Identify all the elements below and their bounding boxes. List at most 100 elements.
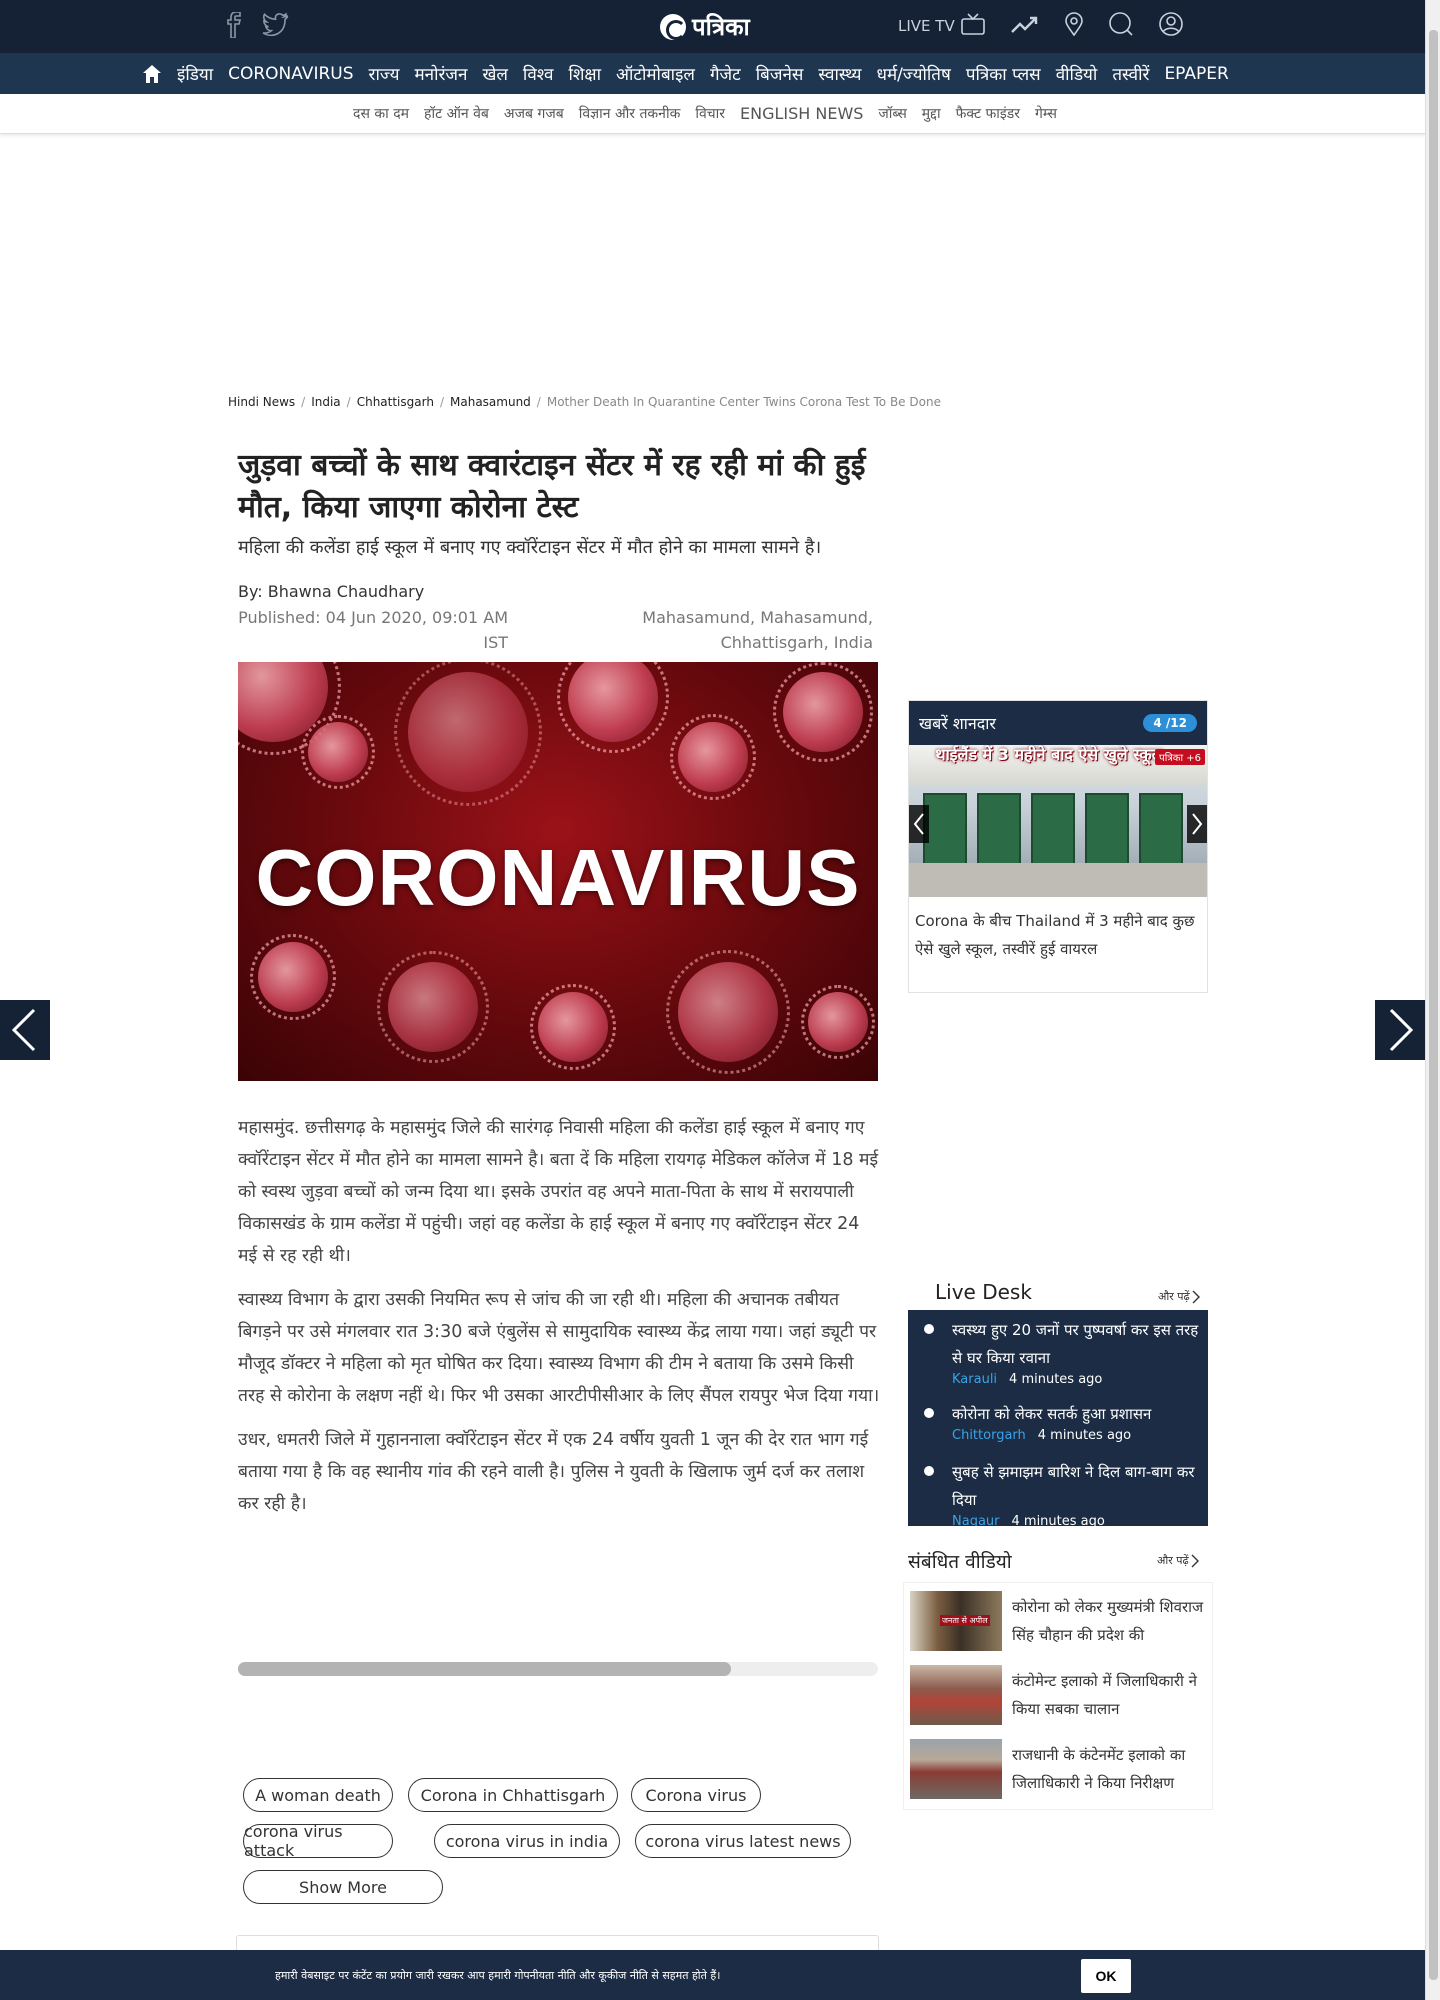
nav-item-coronavirus[interactable]: CORONAVIRUS: [228, 64, 353, 84]
previous-article-button[interactable]: [0, 1000, 50, 1060]
nav-item-patrika-plus[interactable]: पत्रिका प्लस: [966, 62, 1041, 85]
subnav-item[interactable]: गेम्स: [1035, 104, 1057, 123]
article-location: Mahasamund, Mahasamund, Chhattisgarh, In…: [642, 608, 873, 652]
page-scrollbar[interactable]: [1425, 0, 1440, 2000]
article-body: महासमुंद. छत्तीसगढ़ के महासमुंद जिले की …: [238, 1112, 883, 1532]
next-article-button[interactable]: [1375, 1000, 1425, 1060]
breadcrumb-link-home[interactable]: Hindi News: [228, 395, 295, 409]
tag-chip[interactable]: corona virus latest news: [635, 1824, 851, 1858]
live-tv-link[interactable]: LIVE TV: [898, 13, 985, 39]
home-icon[interactable]: [142, 64, 162, 84]
user-icon[interactable]: [1158, 12, 1183, 40]
site-logo[interactable]: पत्रिका: [660, 10, 750, 43]
social-links: [225, 12, 289, 38]
related-videos-more-link[interactable]: और पढ़ें: [1157, 1553, 1199, 1568]
slide-image[interactable]: थाईलैंड में 3 महीने बाद ऐसे खुले स्कूल प…: [909, 745, 1207, 897]
video-title: राजधानी के कंटेनमेंट इलाको का जिलाधिकारी…: [1012, 1746, 1186, 1792]
nav-item-entertainment[interactable]: मनोरंजन: [414, 62, 467, 85]
live-desk-headline: कोरोना को लेकर सतर्क हुआ प्रशासन: [952, 1405, 1152, 1423]
video-item[interactable]: जनता से अपील कोरोना को लेकर मुख्यमंत्री …: [910, 1591, 1210, 1653]
live-desk-list: स्वस्थ्य हुए 20 जनों पर पुष्पवर्षा कर इस…: [908, 1310, 1208, 1526]
location-pin-icon[interactable]: [1064, 12, 1083, 40]
live-desk-headline: सुबह से झमाझम बारिश ने दिल बाग-बाग कर दि…: [952, 1463, 1195, 1509]
subnav-item[interactable]: जॉब्स: [878, 104, 906, 123]
live-desk-more-link[interactable]: और पढ़ें: [1158, 1289, 1200, 1304]
nav-item-photos[interactable]: तस्वीरें: [1112, 62, 1149, 85]
tag-chip[interactable]: Corona virus: [631, 1778, 761, 1812]
breadcrumb-link-city[interactable]: Mahasamund: [450, 395, 531, 409]
nav-item-religion[interactable]: धर्म/ज्योतिष: [877, 62, 951, 85]
live-tv-label: LIVE TV: [898, 17, 955, 35]
bullet-icon: [924, 1408, 934, 1418]
article-headline: जुड़वा बच्चों के साथ क्वारंटाइन सेंटर मे…: [238, 448, 866, 525]
nav-item-states[interactable]: राज्य: [369, 62, 400, 85]
tag-chip[interactable]: corona virus in india: [434, 1824, 620, 1858]
nav-item-sports[interactable]: खेल: [482, 62, 507, 85]
live-desk-city[interactable]: Chittorgarh: [952, 1428, 1026, 1443]
cookie-consent-bar: हमारी वेबसाइट पर कंटेंट का प्रयोग जारी र…: [0, 1950, 1425, 2000]
nav-item-gadget[interactable]: गैजेट: [710, 62, 741, 85]
subnav-item[interactable]: हॉट ऑन वेब: [424, 104, 489, 123]
live-desk-city[interactable]: Nagaur: [952, 1514, 1000, 1526]
page-scrollbar-thumb[interactable]: [1429, 30, 1438, 1980]
slide-next-button[interactable]: [1187, 805, 1207, 843]
slide-prev-button[interactable]: [909, 805, 929, 843]
article-paragraph: उधर, धमतरी जिले में गुहाननाला क्वॉरेंटाइ…: [238, 1430, 869, 1514]
chevron-right-icon: [1192, 1290, 1200, 1303]
nav-item-health[interactable]: स्वास्थ्य: [818, 62, 861, 85]
slide-story-title[interactable]: Corona के बीच Thailand में 3 महीने बाद क…: [909, 897, 1207, 973]
nav-item-video[interactable]: वीडियो: [1056, 62, 1098, 85]
breadcrumb: Hindi News / India / Chhattisgarh / Maha…: [228, 395, 941, 409]
related-videos-list: जनता से अपील कोरोना को लेकर मुख्यमंत्री …: [903, 1582, 1213, 1810]
subnav-item[interactable]: दस का दम: [353, 104, 409, 123]
show-more-button[interactable]: Show More: [243, 1870, 443, 1904]
tag-chip[interactable]: A woman death: [243, 1778, 393, 1812]
video-item[interactable]: राजधानी के कंटेनमेंट इलाको का जिलाधिकारी…: [910, 1739, 1210, 1801]
live-desk-time: 4 minutes ago: [1011, 1514, 1105, 1526]
subnav-item[interactable]: फैक्ट फाइंडर: [956, 104, 1020, 123]
video-thumbnail[interactable]: जनता से अपील: [910, 1591, 1002, 1651]
more-label: और पढ़ें: [1158, 1290, 1190, 1303]
subnav-item[interactable]: मुद्दा: [922, 104, 941, 123]
nav-item-education[interactable]: शिक्षा: [568, 62, 601, 85]
live-desk-item[interactable]: स्वस्थ्य हुए 20 जनों पर पुष्पवर्षा कर इस…: [924, 1316, 1199, 1387]
more-label: और पढ़ें: [1157, 1554, 1189, 1567]
live-desk-item[interactable]: सुबह से झमाझम बारिश ने दिल बाग-बाग कर दि…: [924, 1458, 1199, 1526]
cookie-ok-button[interactable]: OK: [1081, 1959, 1131, 1993]
trending-icon[interactable]: [1010, 14, 1039, 38]
top-bar: पत्रिका LIVE TV: [0, 0, 1425, 53]
published-date: Published: 04 Jun 2020, 09:01 AM IST: [238, 608, 508, 652]
breadcrumb-link-india[interactable]: India: [311, 395, 340, 409]
nav-item-automobile[interactable]: ऑटोमोबाइल: [616, 62, 695, 85]
nav-item-world[interactable]: विश्व: [523, 62, 554, 85]
video-thumbnail[interactable]: [910, 1665, 1002, 1725]
subnav-item[interactable]: विज्ञान और तकनीक: [579, 104, 681, 123]
tag-chip[interactable]: Corona in Chhattisgarh: [408, 1778, 618, 1812]
breadcrumb-link-state[interactable]: Chhattisgarh: [357, 395, 434, 409]
live-desk-city[interactable]: Karauli: [952, 1372, 997, 1387]
nav-item-business[interactable]: बिजनेस: [756, 62, 804, 85]
facebook-icon[interactable]: [225, 12, 243, 38]
nav-item-india[interactable]: इंडिया: [177, 62, 213, 85]
breadcrumb-separator: /: [536, 395, 541, 409]
video-thumbnail[interactable]: [910, 1739, 1002, 1799]
video-title: कंटोमेन्ट इलाको में जिलाधिकारी ने किया स…: [1012, 1672, 1198, 1718]
widget-header: खबरें शानदार 4 /12: [909, 701, 1207, 745]
scrollbar-thumb[interactable]: [238, 1662, 731, 1676]
tv-icon: [960, 13, 985, 39]
widget-title: खबरें शानदार: [919, 714, 996, 733]
horizontal-scrollbar[interactable]: [238, 1662, 878, 1676]
subnav-item[interactable]: विचार: [695, 104, 725, 123]
live-desk-item[interactable]: कोरोना को लेकर सतर्क हुआ प्रशासन Chittor…: [924, 1400, 1199, 1443]
breadcrumb-separator: /: [301, 395, 306, 409]
hero-image: CORONAVIRUS: [238, 662, 878, 1081]
nav-item-epaper[interactable]: EPAPER: [1164, 64, 1228, 84]
subnav-item[interactable]: ENGLISH NEWS: [740, 104, 863, 123]
subnav-item[interactable]: अजब गजब: [504, 104, 564, 123]
tag-chip[interactable]: corona virus attack: [243, 1822, 393, 1860]
twitter-icon[interactable]: [261, 12, 289, 38]
featured-stories-widget: खबरें शानदार 4 /12 थाईलैंड में 3 महीने ब…: [908, 700, 1208, 993]
video-item[interactable]: कंटोमेन्ट इलाको में जिलाधिकारी ने किया स…: [910, 1665, 1210, 1727]
search-icon[interactable]: [1108, 12, 1133, 40]
chevron-right-icon: [1191, 1554, 1199, 1567]
